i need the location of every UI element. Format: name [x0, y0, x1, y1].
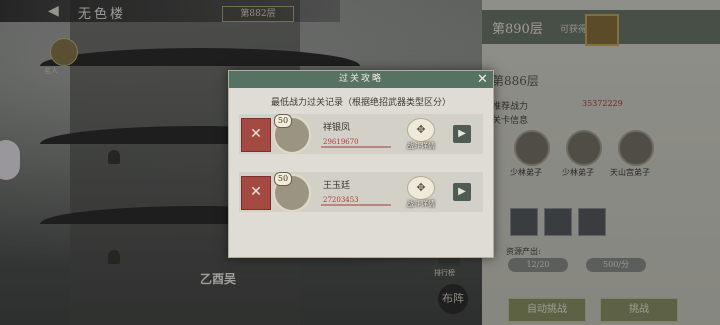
- sword-icon: ✕: [241, 118, 271, 152]
- chevron-right-icon[interactable]: ▶: [453, 125, 471, 143]
- dialog-title: 过关攻略: [338, 74, 383, 84]
- close-icon[interactable]: ✕: [477, 72, 488, 87]
- player-name: 祥银凤: [323, 123, 351, 133]
- record-row: ✕ 50 王玉廷 27203453 ✥ 战斗详情 ▶: [239, 172, 483, 212]
- sword-icon: ✕: [241, 176, 271, 210]
- record-row: ✕ 50 祥银凤 29619670 ✥ 战斗详情 ▶: [239, 114, 483, 154]
- power-underline: [321, 146, 391, 148]
- strategy-dialog: 过关攻略 ✕ 最低战力过关记录（根据绝招武器类型区分） ✕ 50 祥银凤 296…: [228, 70, 494, 258]
- paw-icon[interactable]: ✥: [407, 118, 435, 142]
- level-badge: 50: [274, 114, 292, 128]
- power-underline: [321, 204, 391, 206]
- chevron-right-icon[interactable]: ▶: [453, 183, 471, 201]
- level-badge: 50: [274, 172, 292, 186]
- power-value: 29619670: [323, 138, 359, 146]
- paw-icon[interactable]: ✥: [407, 176, 435, 200]
- player-name: 王玉廷: [323, 181, 351, 191]
- battle-detail-label: 战斗详情: [407, 200, 435, 208]
- battle-detail-label: 战斗详情: [407, 142, 435, 150]
- power-value: 27203453: [323, 196, 359, 204]
- dialog-subtitle: 最低战力过关记录（根据绝招武器类型区分）: [270, 98, 451, 108]
